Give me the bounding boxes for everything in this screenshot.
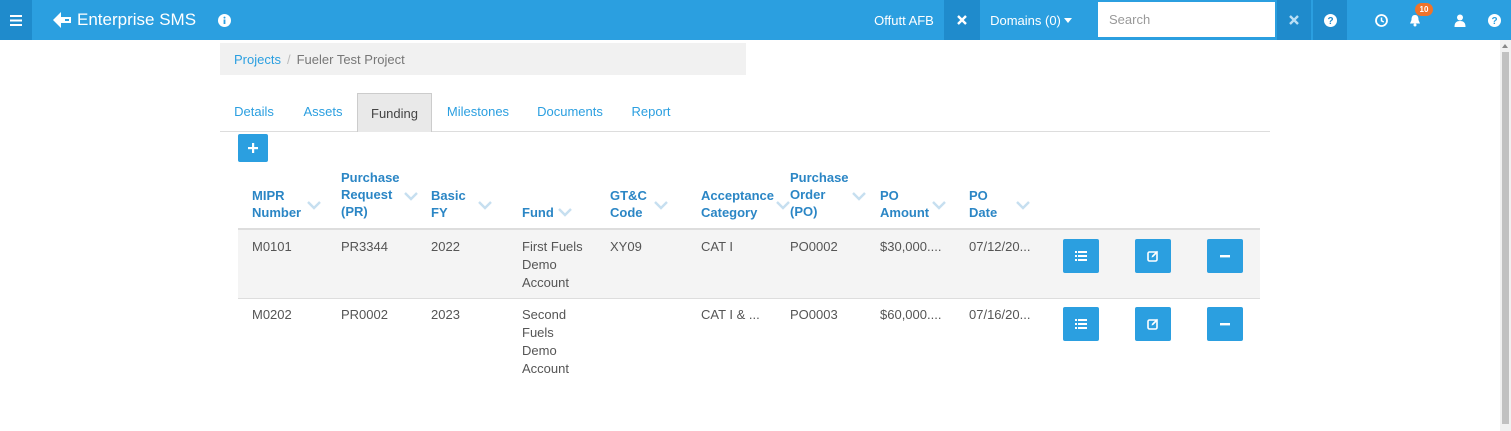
edit-icon: [1147, 318, 1159, 330]
tab-report[interactable]: Report: [623, 93, 679, 130]
chevron-down-icon[interactable]: [1016, 201, 1030, 210]
info-button[interactable]: [216, 0, 232, 40]
user-button[interactable]: [1450, 0, 1470, 40]
chevron-down-icon[interactable]: [852, 192, 866, 201]
site-name: Offutt AFB: [874, 12, 934, 28]
remove-button[interactable]: [1207, 307, 1243, 341]
scrollbar-thumb[interactable]: [1502, 52, 1509, 424]
clear-site-button[interactable]: [944, 0, 980, 40]
col-header-gtc-code[interactable]: GT&C Code: [610, 187, 647, 221]
list-icon: [1075, 251, 1087, 261]
cell-pr: PR3344: [341, 239, 388, 254]
chevron-down-icon[interactable]: [478, 201, 492, 210]
cell-mipr: M0202: [252, 307, 292, 322]
info-icon: [217, 13, 231, 27]
col-header-po-date[interactable]: PO Date: [969, 187, 997, 221]
cell-gtc: XY09: [610, 239, 642, 254]
history-button[interactable]: [1371, 0, 1391, 40]
col-header-purchase-order[interactable]: Purchase Order (PO): [790, 169, 849, 220]
menu-button[interactable]: [0, 0, 32, 40]
breadcrumb: Projects / Fueler Test Project: [220, 43, 746, 75]
tab-documents[interactable]: Documents: [529, 93, 611, 130]
edit-button[interactable]: [1135, 307, 1171, 341]
brand-link[interactable]: Enterprise SMS: [52, 0, 197, 40]
arrow-logo-icon: [53, 12, 71, 28]
col-header-fund[interactable]: Fund: [522, 204, 554, 221]
cell-fund: Second Fuels Demo Account: [522, 307, 569, 376]
cell-amount: $60,000....: [880, 307, 942, 322]
cell-pr: PR0002: [341, 307, 388, 322]
chevron-down-icon[interactable]: [932, 201, 946, 210]
search-help-button[interactable]: ?: [1313, 0, 1347, 40]
list-icon: [1075, 319, 1087, 329]
user-icon: [1454, 14, 1466, 27]
tab-milestones[interactable]: Milestones: [438, 93, 518, 130]
breadcrumb-separator: /: [286, 51, 291, 67]
app-name: Enterprise SMS: [77, 10, 197, 29]
cell-po: PO0002: [790, 239, 838, 254]
breadcrumb-projects-link[interactable]: Projects: [234, 52, 281, 67]
top-navbar: Enterprise SMS Offutt AFB Domains (0) ?: [0, 0, 1511, 40]
help-icon: ?: [1487, 13, 1501, 27]
hamburger-icon: [10, 14, 22, 26]
add-funding-button[interactable]: [238, 134, 268, 162]
chevron-down-icon[interactable]: [776, 201, 790, 210]
minus-icon: [1220, 254, 1230, 257]
col-header-po-amount[interactable]: PO Amount: [880, 187, 929, 221]
minus-icon: [1220, 322, 1230, 325]
caret-down-icon: [1063, 17, 1072, 23]
help-icon: ?: [1323, 13, 1337, 27]
breadcrumb-current: Fueler Test Project: [296, 51, 405, 67]
close-icon: [957, 15, 967, 25]
chevron-down-icon[interactable]: [558, 208, 572, 217]
col-header-basic-fy[interactable]: Basic FY: [431, 187, 466, 221]
close-icon: [1289, 15, 1299, 25]
edit-icon: [1147, 250, 1159, 262]
tab-details[interactable]: Details: [223, 93, 285, 130]
cell-po: PO0003: [790, 307, 838, 322]
plus-icon: [248, 143, 258, 153]
cell-fy: 2023: [431, 307, 460, 322]
chevron-down-icon[interactable]: [654, 201, 668, 210]
edit-button[interactable]: [1135, 239, 1171, 273]
col-header-acceptance-category[interactable]: Acceptance Category: [701, 187, 774, 221]
clear-search-button[interactable]: [1277, 0, 1311, 40]
cell-mipr: M0101: [252, 239, 292, 254]
chevron-down-icon[interactable]: [307, 201, 321, 210]
cell-date: 07/12/20...: [969, 239, 1031, 254]
cell-category: CAT I & ...: [701, 307, 760, 322]
cell-fy: 2022: [431, 239, 460, 254]
clock-icon: [1374, 13, 1388, 27]
table-row: [238, 230, 1260, 299]
col-header-purchase-request[interactable]: Purchase Request (PR): [341, 169, 400, 220]
help-button[interactable]: ?: [1486, 0, 1502, 40]
project-tabs: Details Assets Funding Milestones Docume…: [220, 93, 1270, 132]
cell-fund: First Fuels Demo Account: [522, 239, 583, 290]
tab-assets[interactable]: Assets: [292, 93, 354, 130]
view-details-button[interactable]: [1063, 239, 1099, 273]
svg-text:?: ?: [1327, 16, 1333, 27]
svg-text:?: ?: [1491, 16, 1497, 27]
scroll-up-arrow-icon[interactable]: [1502, 44, 1508, 48]
tab-funding[interactable]: Funding: [357, 93, 432, 132]
site-label: Offutt AFB: [866, 0, 942, 40]
cell-amount: $30,000....: [880, 239, 942, 254]
col-header-mipr-number[interactable]: MIPR Number: [252, 187, 301, 221]
remove-button[interactable]: [1207, 239, 1243, 273]
search-input[interactable]: [1098, 2, 1275, 37]
domains-dropdown[interactable]: Domains (0): [990, 0, 1072, 40]
chevron-down-icon[interactable]: [404, 192, 418, 201]
notification-count-badge: 10: [1415, 3, 1433, 16]
view-details-button[interactable]: [1063, 307, 1099, 341]
cell-category: CAT I: [701, 239, 734, 254]
cell-date: 07/16/20...: [969, 307, 1031, 322]
domains-label: Domains (0): [990, 12, 1061, 28]
